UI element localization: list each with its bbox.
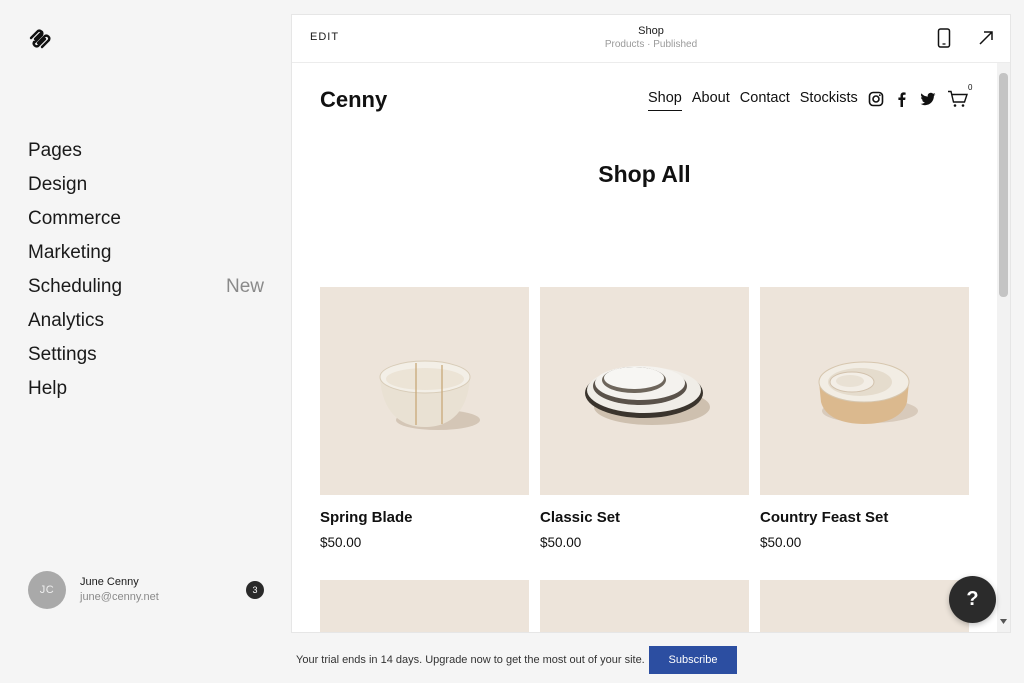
sidebar-item-commerce[interactable]: Commerce: [28, 202, 264, 236]
sidebar-item-analytics[interactable]: Analytics: [28, 304, 264, 338]
product-card[interactable]: Country Feast Set $50.00: [760, 287, 969, 550]
cart-icon[interactable]: [947, 90, 969, 108]
product-price: $50.00: [320, 535, 362, 550]
sidebar-item-label: Help: [28, 378, 68, 399]
product-name[interactable]: Classic Set: [540, 509, 749, 526]
app-root: Pages Design Commerce Marketing Scheduli…: [0, 0, 1024, 683]
site-nav-stockists[interactable]: Stockists: [800, 90, 858, 106]
product-card[interactable]: [320, 580, 529, 632]
instagram-icon[interactable]: [868, 91, 884, 107]
subscribe-button[interactable]: Subscribe: [649, 646, 737, 674]
user-info: June Cenny june@cenny.net: [80, 575, 246, 605]
scrollbar-thumb[interactable]: [999, 73, 1008, 297]
shop-title: Shop All: [598, 161, 691, 187]
page-title: Shop: [638, 25, 664, 37]
sidebar-item-label: Pages: [28, 140, 82, 161]
product-image[interactable]: [760, 287, 969, 495]
squarespace-logo-icon[interactable]: [28, 28, 52, 50]
sidebar-nav: Pages Design Commerce Marketing Scheduli…: [28, 134, 264, 406]
new-badge: New: [225, 276, 264, 297]
editor-topbar: EDIT Shop Products · Published: [292, 15, 1010, 63]
sidebar-item-label: Commerce: [28, 208, 121, 229]
sidebar-item-help[interactable]: Help: [28, 372, 264, 406]
facebook-icon[interactable]: [894, 91, 910, 107]
preview-scrollbar[interactable]: [997, 63, 1010, 632]
sidebar-item-label: Design: [28, 174, 88, 195]
product-name[interactable]: Country Feast Set: [760, 509, 969, 526]
page-subtitle: Products · Published: [604, 39, 698, 50]
product-name[interactable]: Spring Blade: [320, 509, 529, 526]
product-image[interactable]: [540, 287, 749, 495]
avatar: JC: [28, 571, 66, 609]
user-email: june@cenny.net: [80, 591, 159, 603]
sidebar-item-design[interactable]: Design: [28, 168, 264, 202]
site-nav: Shop About Contact Stockists: [648, 90, 868, 111]
sidebar-item-pages[interactable]: Pages: [28, 134, 264, 168]
site-nav-about[interactable]: About: [692, 90, 730, 106]
twitter-icon[interactable]: [920, 91, 936, 107]
mobile-preview-icon[interactable]: [937, 28, 951, 48]
nested-bowls-image-icon: [818, 361, 918, 424]
sidebar-item-label: Analytics: [28, 310, 105, 331]
sidebar-item-label: Scheduling: [28, 276, 123, 297]
sidebar-item-label: Marketing: [28, 242, 112, 263]
trial-text: Your trial ends in 14 days. Upgrade now …: [296, 654, 645, 666]
plates-image-icon: [585, 366, 710, 425]
editor-frame: EDIT Shop Products · Published Cenny Sho…: [292, 15, 1010, 632]
product-price: $50.00: [540, 535, 582, 550]
site-nav-shop[interactable]: Shop: [648, 90, 682, 111]
expand-arrow-icon[interactable]: [978, 30, 994, 46]
help-button[interactable]: ?: [949, 576, 996, 623]
user-name: June Cenny: [80, 576, 139, 588]
site-nav-contact[interactable]: Contact: [740, 90, 790, 106]
page-status: Shop Products · Published: [551, 24, 751, 52]
user-account[interactable]: JC June Cenny june@cenny.net 3: [28, 571, 264, 609]
product-card[interactable]: Spring Blade $50.00: [320, 287, 529, 550]
product-card[interactable]: [760, 580, 969, 632]
product-price: $50.00: [760, 535, 802, 550]
cart-count: 0: [968, 83, 973, 92]
notification-badge[interactable]: 3: [246, 581, 264, 599]
sidebar-item-scheduling[interactable]: Scheduling New: [28, 270, 264, 304]
site-preview[interactable]: Cenny Shop About Contact Stockists 0 Sho…: [292, 63, 997, 632]
bowl-image-icon: [379, 360, 480, 430]
product-card[interactable]: Classic Set $50.00: [540, 287, 749, 550]
product-card[interactable]: [540, 580, 749, 632]
site-logo[interactable]: Cenny: [320, 87, 387, 113]
sidebar-item-label: Settings: [28, 344, 97, 365]
trial-banner: Your trial ends in 14 days. Upgrade now …: [296, 646, 645, 674]
sidebar-item-marketing[interactable]: Marketing: [28, 236, 264, 270]
product-image[interactable]: [320, 287, 529, 495]
edit-button[interactable]: EDIT: [310, 31, 339, 43]
scroll-down-arrow-icon[interactable]: [1000, 618, 1007, 625]
sidebar-item-settings[interactable]: Settings: [28, 338, 264, 372]
sidebar: Pages Design Commerce Marketing Scheduli…: [0, 0, 292, 636]
